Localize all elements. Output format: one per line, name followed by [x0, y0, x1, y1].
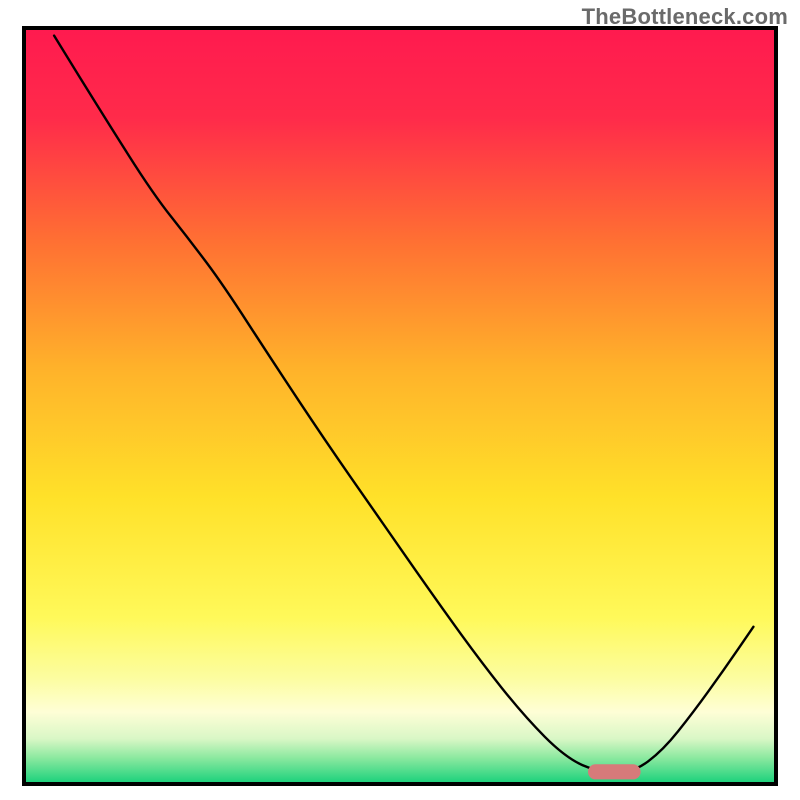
optimal-marker [588, 764, 641, 779]
chart-container: TheBottleneck.com [0, 0, 800, 800]
plot-area [24, 28, 776, 784]
watermark-label: TheBottleneck.com [582, 4, 788, 30]
bottleneck-chart [0, 0, 800, 800]
gradient-background [24, 28, 776, 784]
